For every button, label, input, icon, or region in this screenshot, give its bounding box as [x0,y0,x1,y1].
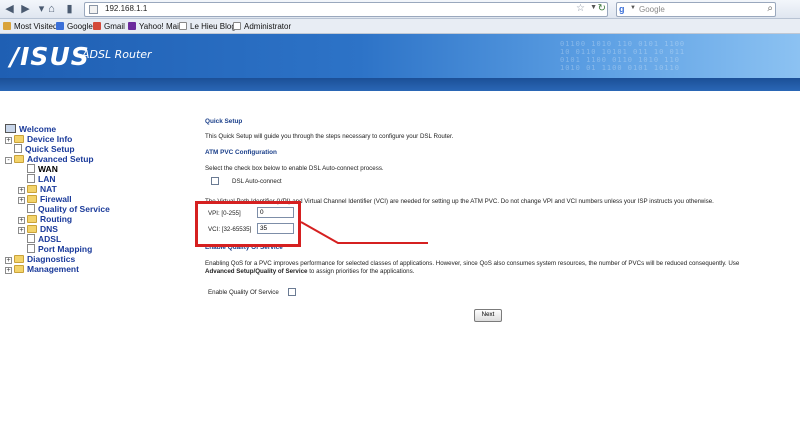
annotation-arrow [300,221,428,244]
